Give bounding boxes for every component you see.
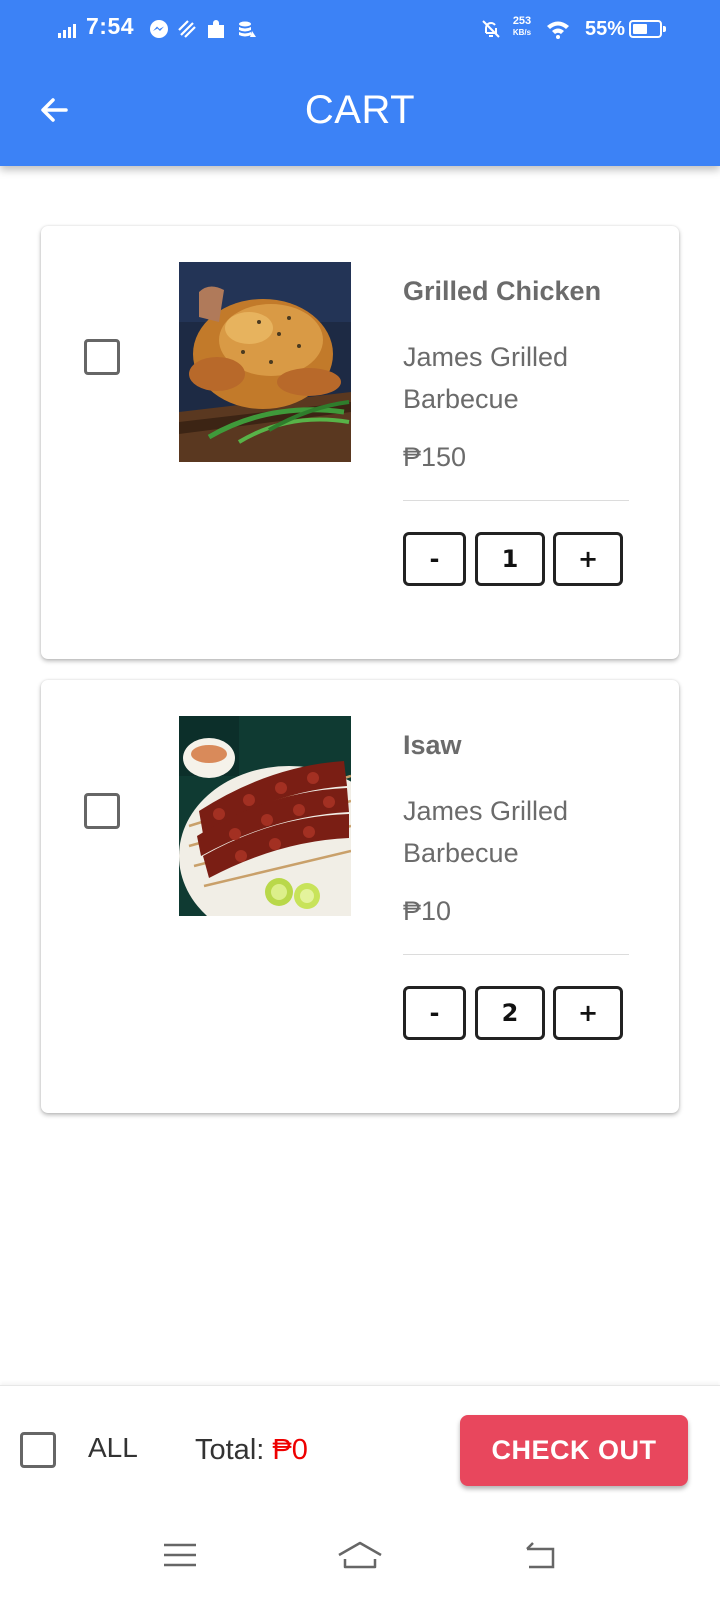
item-price: ₱10 bbox=[403, 896, 452, 926]
total-amount: ₱0 bbox=[272, 1434, 308, 1466]
wifi-icon bbox=[547, 21, 569, 39]
select-all-label: ALL bbox=[88, 1432, 138, 1463]
item-price: ₱150 bbox=[403, 442, 467, 472]
divider bbox=[403, 500, 629, 501]
increase-button[interactable]: + bbox=[553, 986, 623, 1040]
bell-off-icon bbox=[482, 20, 500, 38]
total-text: Total: ₱0 bbox=[195, 1434, 308, 1467]
checkout-button[interactable]: CHECK OUT bbox=[460, 1415, 688, 1486]
menu-icon[interactable] bbox=[155, 1535, 205, 1575]
item-shop: James Grilled Barbecue bbox=[403, 342, 569, 414]
battery-percent: 55% bbox=[585, 18, 626, 40]
select-all-checkbox[interactable] bbox=[20, 1432, 56, 1468]
cart-list: Grilled Chicken James Grilled Barbecue ₱… bbox=[41, 226, 679, 1134]
isaw-skewers-photo bbox=[179, 716, 351, 916]
home-icon[interactable] bbox=[335, 1535, 385, 1575]
back-icon[interactable] bbox=[515, 1535, 565, 1575]
cart-item-card: Grilled Chicken James Grilled Barbecue ₱… bbox=[41, 226, 679, 659]
status-bar: 7:54 253 KB/s 55% bbox=[0, 0, 720, 60]
item-checkbox[interactable] bbox=[84, 793, 120, 829]
page-title: CART bbox=[304, 88, 416, 132]
net-speed: 253 KB/s bbox=[512, 15, 532, 38]
total-label: Total: bbox=[195, 1434, 273, 1466]
messenger-icon bbox=[150, 20, 168, 38]
system-nav-bar bbox=[0, 1510, 720, 1600]
data-saver-icon bbox=[178, 20, 196, 38]
increase-button[interactable]: + bbox=[553, 532, 623, 586]
decrease-button[interactable]: - bbox=[403, 532, 466, 586]
decrease-button[interactable]: - bbox=[403, 986, 466, 1040]
quantity-value: 2 bbox=[475, 986, 545, 1040]
item-name: Isaw bbox=[403, 730, 462, 760]
quantity-value: 1 bbox=[475, 532, 545, 586]
puzzle-icon bbox=[208, 20, 224, 38]
grilled-chicken-photo bbox=[179, 262, 351, 462]
battery-icon bbox=[629, 20, 666, 38]
item-checkbox[interactable] bbox=[84, 339, 120, 375]
storage-icon bbox=[239, 21, 256, 37]
checkout-bar: ALL Total: ₱0 CHECK OUT bbox=[0, 1385, 720, 1510]
cart-item-card: Isaw James Grilled Barbecue ₱10 - 2 + bbox=[41, 680, 679, 1113]
app-header: 7:54 253 KB/s 55% CART bbox=[0, 0, 720, 166]
divider bbox=[403, 954, 629, 955]
cart-screen: 7:54 253 KB/s 55% CART Grilled Chicken J… bbox=[0, 0, 720, 1600]
status-time: 7:54 bbox=[86, 13, 135, 39]
item-name: Grilled Chicken bbox=[403, 276, 602, 306]
signal-icon bbox=[58, 23, 80, 38]
item-shop: James Grilled Barbecue bbox=[403, 796, 569, 868]
